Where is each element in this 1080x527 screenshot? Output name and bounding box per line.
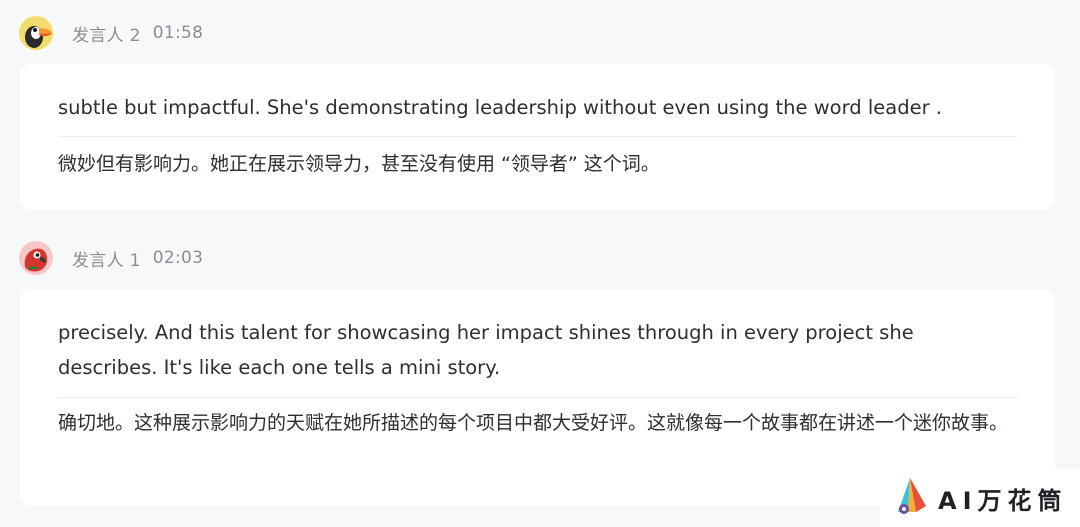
english-text: subtle but impactful. She's demonstratin… (58, 96, 942, 119)
watermark-text: AI万花筒 (938, 486, 1068, 515)
chinese-translation: 微妙但有影响力。她正在展示领导力，甚至没有使用 “领导者” 这个词。 (58, 153, 660, 175)
toucan-icon (19, 16, 53, 50)
speaker-header: 发言人 2 01:58 (19, 15, 203, 51)
timestamp[interactable]: 01:58 (153, 23, 204, 43)
watermark: AI万花筒 (880, 469, 1080, 527)
kaleidoscope-logo-icon (896, 476, 930, 520)
transcript-card: subtle but impactful. She's demonstratin… (20, 63, 1055, 210)
parrot-icon (19, 241, 53, 275)
speaker-name: 发言人 1 (72, 250, 141, 271)
english-text: precisely. And this talent for showcasin… (58, 321, 914, 379)
speaker-name: 发言人 2 (72, 25, 141, 46)
timestamp[interactable]: 02:03 (153, 248, 204, 268)
transcript-page: 发言人 2 01:58 subtle but impactful. She's … (0, 0, 1080, 527)
speaker-header: 发言人 1 02:03 (19, 240, 203, 276)
chinese-translation: 确切地。这种展示影响力的天赋在她所描述的每个项目中都大受好评。这就像每一个故事都… (58, 412, 1009, 434)
